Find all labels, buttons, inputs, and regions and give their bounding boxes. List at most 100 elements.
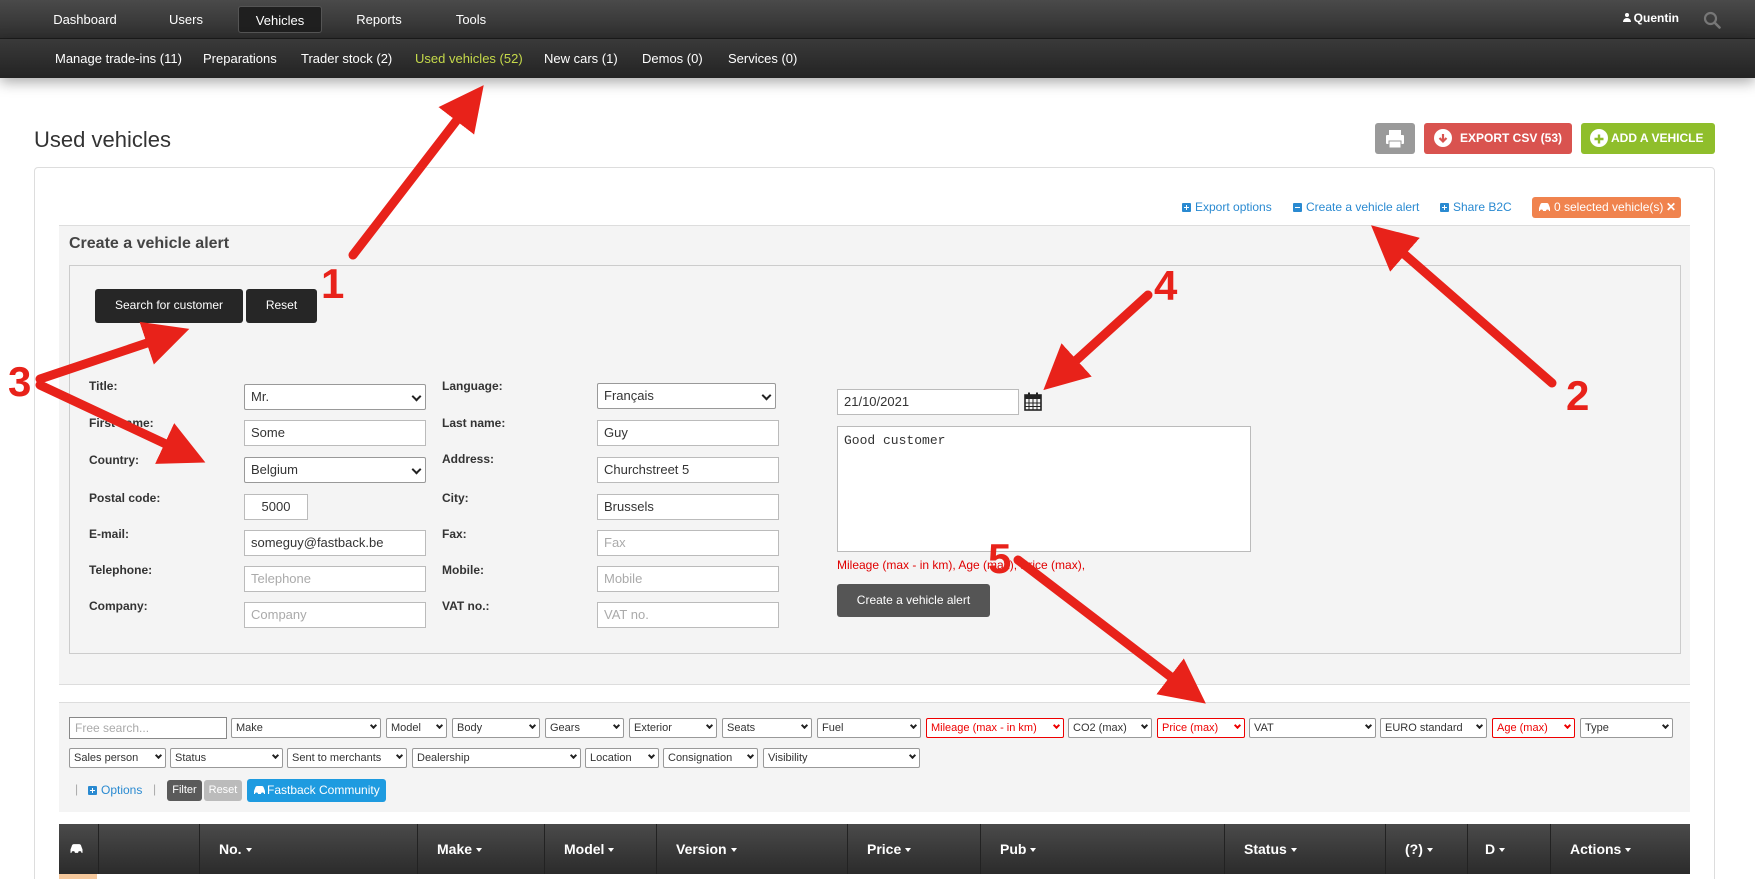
sort-caret-icon: [730, 848, 737, 852]
subnav-new-cars[interactable]: New cars (1): [544, 51, 618, 66]
fax-input[interactable]: Fax: [597, 530, 779, 556]
subnav-used-vehicles[interactable]: Used vehicles (52): [415, 51, 523, 66]
free-search-input[interactable]: Free search...: [69, 717, 227, 739]
chevron-down-icon: [761, 390, 772, 401]
city-input[interactable]: Brussels: [597, 494, 779, 520]
column-model[interactable]: Model: [564, 841, 615, 857]
calendar-icon[interactable]: [1024, 392, 1042, 411]
language-select[interactable]: Français: [597, 383, 776, 409]
nav-vehicles[interactable]: Vehicles: [238, 6, 322, 33]
filter-co2[interactable]: CO2 (max): [1068, 718, 1152, 738]
filter-price[interactable]: Price (max): [1157, 718, 1245, 738]
column-make-label: Make: [437, 841, 473, 857]
chevron-down-icon: [909, 721, 918, 730]
filter-body[interactable]: Body: [452, 718, 540, 738]
telephone-input[interactable]: Telephone: [244, 566, 426, 592]
annotation-marker-1: 1: [321, 260, 345, 307]
filter-model[interactable]: Model: [386, 718, 447, 738]
date-input[interactable]: 21/10/2021: [837, 389, 1019, 415]
nav-dashboard[interactable]: Dashboard: [38, 6, 132, 33]
subnav-preparations[interactable]: Preparations: [203, 51, 277, 66]
create-alert-link[interactable]: Create a vehicle alert: [1293, 200, 1419, 214]
export-options-link[interactable]: Export options: [1182, 200, 1272, 214]
column-d-label: D: [1485, 841, 1496, 857]
reset-filter-button[interactable]: Reset: [204, 780, 242, 801]
filter-fuel[interactable]: Fuel: [817, 718, 921, 738]
nav-tools[interactable]: Tools: [436, 6, 506, 33]
subnav-trade-ins[interactable]: Manage trade-ins (11): [55, 51, 182, 66]
filter-dealership[interactable]: Dealership: [412, 748, 581, 768]
filter-seats[interactable]: Seats: [722, 718, 812, 738]
filter-exterior[interactable]: Exterior: [629, 718, 717, 738]
column-price[interactable]: Price: [867, 841, 912, 857]
filter-button[interactable]: Filter: [167, 780, 202, 801]
column-no[interactable]: No.: [219, 841, 252, 857]
filter-age[interactable]: Age (max): [1492, 718, 1575, 738]
export-csv-button[interactable]: EXPORT CSV (53): [1424, 123, 1572, 154]
user-menu[interactable]: Quentin: [1622, 11, 1679, 25]
sub-navigation: Manage trade-ins (11) Preparations Trade…: [0, 39, 1755, 78]
last-name-input[interactable]: Guy: [597, 420, 779, 446]
column-version[interactable]: Version: [676, 841, 737, 857]
filter-status[interactable]: Status: [170, 748, 283, 768]
filter-mileage[interactable]: Mileage (max - in km): [926, 718, 1064, 738]
share-b2c-link[interactable]: Share B2C: [1440, 200, 1512, 214]
create-alert-button[interactable]: Create a vehicle alert: [837, 584, 990, 617]
filter-vat[interactable]: VAT: [1249, 718, 1376, 738]
column-make[interactable]: Make: [437, 841, 483, 857]
filter-type[interactable]: Type: [1580, 718, 1673, 738]
column-version-label: Version: [676, 841, 727, 857]
plus-square-icon: [1440, 203, 1449, 212]
options-label: Options: [101, 783, 143, 797]
search-customer-button[interactable]: Search for customer: [95, 289, 243, 323]
postal-code-input[interactable]: 5000: [244, 494, 308, 520]
company-input[interactable]: Company: [244, 602, 426, 628]
nav-users[interactable]: Users: [145, 6, 227, 33]
column-pub[interactable]: Pub: [1000, 841, 1037, 857]
create-alert-label: Create a vehicle alert: [1306, 200, 1420, 214]
filter-sales-person[interactable]: Sales person: [69, 748, 166, 768]
first-name-input[interactable]: Some: [244, 420, 426, 446]
alert-section-title: Create a vehicle alert: [69, 235, 230, 252]
search-icon[interactable]: [1703, 11, 1721, 29]
subnav-trader-stock[interactable]: Trader stock (2): [301, 51, 392, 66]
fax-label: Fax:: [442, 527, 467, 541]
add-vehicle-button[interactable]: ADD A VEHICLE: [1581, 123, 1715, 154]
column-price-label: Price: [867, 841, 902, 857]
filter-visibility[interactable]: Visibility: [763, 748, 920, 768]
subnav-demos[interactable]: Demos (0): [642, 51, 703, 66]
options-link[interactable]: Options: [88, 783, 142, 797]
mobile-input[interactable]: Mobile: [597, 566, 779, 592]
column-actions[interactable]: Actions: [1570, 841, 1632, 857]
chevron-down-icon: [647, 751, 656, 760]
column-help[interactable]: (?): [1405, 841, 1433, 857]
filter-sent-to-merchants[interactable]: Sent to merchants: [287, 748, 407, 768]
address-input[interactable]: Churchstreet 5: [597, 457, 779, 483]
reset-customer-button[interactable]: Reset: [246, 289, 317, 323]
car-icon: [70, 844, 83, 855]
filter-location[interactable]: Location: [585, 748, 659, 768]
country-select[interactable]: Belgium: [244, 457, 426, 483]
filter-euro-standard[interactable]: EURO standard: [1380, 718, 1487, 738]
print-button[interactable]: [1375, 123, 1415, 154]
selected-vehicles-badge[interactable]: 0 selected vehicle(s) ✕: [1532, 197, 1681, 218]
filter-make[interactable]: Make: [231, 718, 381, 738]
notes-textarea[interactable]: Good customer: [837, 426, 1251, 552]
nav-reports[interactable]: Reports: [335, 6, 423, 33]
column-status[interactable]: Status: [1244, 841, 1297, 857]
column-no-label: No.: [219, 841, 242, 857]
close-icon[interactable]: ✕: [1666, 197, 1676, 218]
chevron-down-icon: [746, 751, 755, 760]
email-input[interactable]: someguy@fastback.be: [244, 530, 426, 556]
subnav-services[interactable]: Services (0): [728, 51, 797, 66]
title-select[interactable]: Mr.: [244, 384, 426, 410]
vat-input[interactable]: VAT no.: [597, 602, 779, 628]
column-d[interactable]: D: [1485, 841, 1506, 857]
chevron-down-icon: [1052, 721, 1061, 730]
page-title: Used vehicles: [34, 127, 171, 152]
filter-consignation[interactable]: Consignation: [663, 748, 758, 768]
fastback-community-button[interactable]: Fastback Community: [247, 779, 386, 802]
country-label: Country:: [89, 453, 139, 467]
chevron-down-icon: [1364, 721, 1373, 730]
filter-gears[interactable]: Gears: [545, 718, 624, 738]
